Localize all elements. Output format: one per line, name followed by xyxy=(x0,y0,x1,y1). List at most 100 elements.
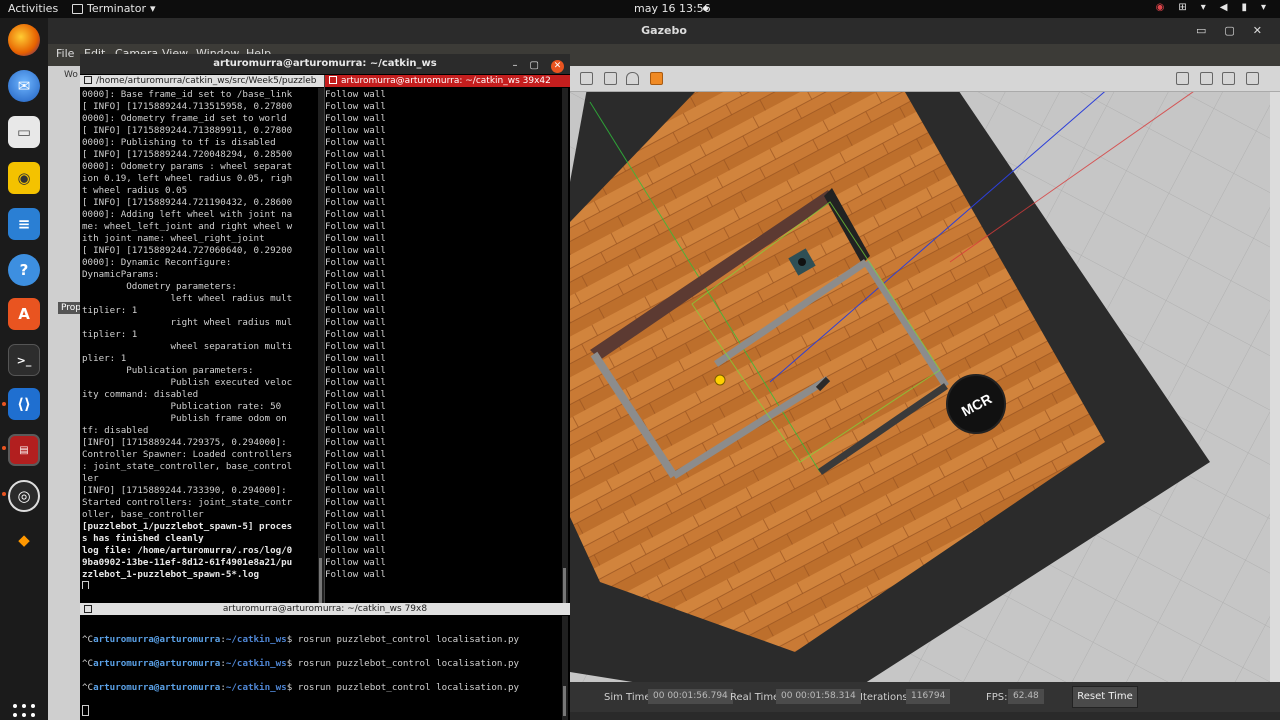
sim-time-value: 00 00:01:56.794 xyxy=(648,689,733,704)
right-terminal-pane[interactable]: Follow wall Follow wall Follow wall Follow … xyxy=(325,89,559,589)
prompt-prefix: ^C xyxy=(82,634,94,645)
terminal-line: 0000]: Adding left wheel with joint na xyxy=(82,209,293,220)
terminal-line: Follow wall xyxy=(325,341,386,352)
terminal-line: tiplier: 1 xyxy=(82,329,138,340)
notification-dot xyxy=(703,6,708,11)
terminal-line: Follow wall xyxy=(325,317,386,328)
fullscreen-icon[interactable] xyxy=(1246,72,1259,85)
files-icon[interactable]: ▭ xyxy=(8,116,40,148)
screenshot-icon[interactable] xyxy=(1176,72,1189,85)
terminal-line: [ INFO] [1715889244.713515958, 0.27800 xyxy=(82,101,293,112)
world-tab[interactable]: Wo xyxy=(64,70,78,80)
terminal-line: Follow wall xyxy=(325,425,386,436)
terminal-line: wheel separation multi xyxy=(82,341,293,352)
maximize-icon[interactable]: ▢ xyxy=(530,56,539,76)
terminator-small-icon xyxy=(72,3,83,14)
terminal-line: Follow wall xyxy=(325,89,386,100)
maximize-icon[interactable]: ▢ xyxy=(1224,18,1234,44)
top-bar: Activities Terminator ▾ may 16 13:56 ◉ ⊞… xyxy=(0,0,1280,18)
align-tool-icon[interactable] xyxy=(604,72,617,85)
close-icon[interactable]: ✕ xyxy=(551,59,564,73)
terminal-line: [ INFO] [1715889244.721190432, 0.28600 xyxy=(82,197,293,208)
rhythmbox-icon[interactable]: ◉ xyxy=(8,162,40,194)
bottom-pane-titlebar[interactable]: arturomurra@arturomurra: ~/catkin_ws 79x… xyxy=(80,603,570,615)
terminal-line: Follow wall xyxy=(325,281,386,292)
running-indicator xyxy=(2,492,6,496)
terminal-line: [INFO] [1715889244.733390, 0.294000]: xyxy=(82,485,287,496)
firefox-icon[interactable] xyxy=(8,24,40,56)
right-pane-scrollbar[interactable] xyxy=(562,88,568,608)
terminator-title-bar[interactable]: arturomurra@arturomurra: ~/catkin_ws – ▢… xyxy=(80,54,570,74)
app-menu[interactable]: Terminator ▾ xyxy=(72,2,156,15)
bottom-terminal-pane[interactable]: ^Carturomurra@arturomurra:~/catkin_ws$ r… xyxy=(82,628,560,720)
terminator-icon[interactable]: ▤ xyxy=(8,434,40,466)
terminal-line: Publication parameters: xyxy=(82,365,254,376)
fps-value: 62.48 xyxy=(1008,689,1044,704)
battery-icon[interactable]: ▮ xyxy=(1241,2,1247,13)
terminal-prompt-line: ^Carturomurra@arturomurra:~/catkin_ws$ r… xyxy=(82,628,560,652)
left-pane-titlebar[interactable]: /home/arturomurra/catkin_ws/src/Week5/pu… xyxy=(80,75,324,87)
gazebo-3d-scene[interactable]: MCR xyxy=(570,92,1270,682)
system-tray[interactable]: ◉ ⊞ ▾ ◀ ▮ ▾ xyxy=(1156,2,1266,13)
network-manager-icon[interactable]: ⊞ xyxy=(1178,2,1186,13)
help-icon[interactable]: ? xyxy=(8,254,40,286)
vscode-icon[interactable]: ⟨⟩ xyxy=(8,388,40,420)
pane-group-icon[interactable] xyxy=(84,76,92,84)
prompt-command: $ rosrun puzzlebot_control localisation.… xyxy=(286,634,520,645)
wifi-icon[interactable]: ▾ xyxy=(1201,2,1206,13)
terminal-line: Follow wall xyxy=(325,545,386,556)
terminal-line: left wheel radius mult xyxy=(82,293,293,304)
terminal-prompt-line: ^Carturomurra@arturomurra:~/catkin_ws$ r… xyxy=(82,652,560,676)
select-tool-icon[interactable] xyxy=(580,72,593,85)
terminal-line: Follow wall xyxy=(325,125,386,136)
left-terminal-pane[interactable]: 0000]: Base frame_id set to /base_link[ … xyxy=(82,89,316,589)
running-indicator xyxy=(2,446,6,450)
terminal-line: ler xyxy=(82,473,99,484)
clock[interactable]: may 16 13:56 xyxy=(634,2,711,15)
terminal-line: Follow wall xyxy=(325,389,386,400)
prompt-path: ~/catkin_ws xyxy=(225,658,287,669)
obs-icon[interactable]: ◎ xyxy=(8,480,40,512)
app-grid-icon[interactable] xyxy=(13,704,35,720)
menu-file[interactable]: File xyxy=(56,47,74,60)
terminal-line: Publication rate: 50 xyxy=(82,401,282,412)
terminal-line: Follow wall xyxy=(325,509,386,520)
record-tool-icon[interactable] xyxy=(650,72,663,85)
terminal-icon[interactable]: >_ xyxy=(8,344,40,376)
prompt-path: ~/catkin_ws xyxy=(225,634,287,645)
software-icon[interactable]: A xyxy=(8,298,40,330)
sim-time-label: Sim Time: xyxy=(604,692,654,703)
plot-icon[interactable] xyxy=(1200,72,1213,85)
minimize-icon[interactable]: – xyxy=(513,56,518,76)
iterations-value: 116794 xyxy=(906,689,951,704)
volume-icon[interactable]: ◀ xyxy=(1220,2,1228,13)
reset-time-button[interactable]: Reset Time xyxy=(1072,686,1138,708)
writer-icon[interactable]: ≡ xyxy=(8,208,40,240)
terminator-window-title: arturomurra@arturomurra: ~/catkin_ws xyxy=(213,58,437,69)
pane-group-icon[interactable] xyxy=(329,76,337,84)
terminal-line: me: wheel_left_joint and right wheel w xyxy=(82,221,293,232)
bottom-pane-scrollbar[interactable] xyxy=(562,616,568,720)
terminal-line: t wheel radius 0.05 xyxy=(82,185,188,196)
video-icon[interactable] xyxy=(1222,72,1235,85)
terminator-window[interactable]: arturomurra@arturomurra: ~/catkin_ws – ▢… xyxy=(80,54,570,720)
close-icon[interactable]: ✕ xyxy=(1253,18,1262,44)
snap-icon[interactable]: ◉ xyxy=(1156,2,1165,13)
minimize-icon[interactable]: ▭ xyxy=(1196,18,1206,44)
right-pane-titlebar[interactable]: arturomurra@arturomurra: ~/catkin_ws 39x… xyxy=(325,75,570,87)
scene-scrollbar[interactable] xyxy=(1270,92,1280,682)
activities-button[interactable]: Activities xyxy=(8,2,58,15)
terminal-line: Follow wall xyxy=(325,221,386,232)
power-icon[interactable]: ▾ xyxy=(1261,2,1266,13)
thunderbird-icon[interactable]: ✉ xyxy=(8,70,40,102)
gazebo-title-bar[interactable]: Gazebo ▭ ▢ ✕ xyxy=(48,18,1280,44)
snap-tool-icon[interactable] xyxy=(626,72,639,85)
terminal-line: Follow wall xyxy=(325,353,386,364)
sublime-icon[interactable]: ◆ xyxy=(8,524,40,556)
terminal-line: ion 0.19, left wheel radius 0.05, righ xyxy=(82,173,293,184)
pane-group-icon[interactable] xyxy=(84,605,92,613)
terminal-line: Follow wall xyxy=(325,557,386,568)
terminal-line: 0000]: Publishing to tf is disabled xyxy=(82,137,276,148)
terminal-line: Odometry parameters: xyxy=(82,281,237,292)
terminal-line: 0000]: Base frame_id set to /base_link xyxy=(82,89,293,100)
